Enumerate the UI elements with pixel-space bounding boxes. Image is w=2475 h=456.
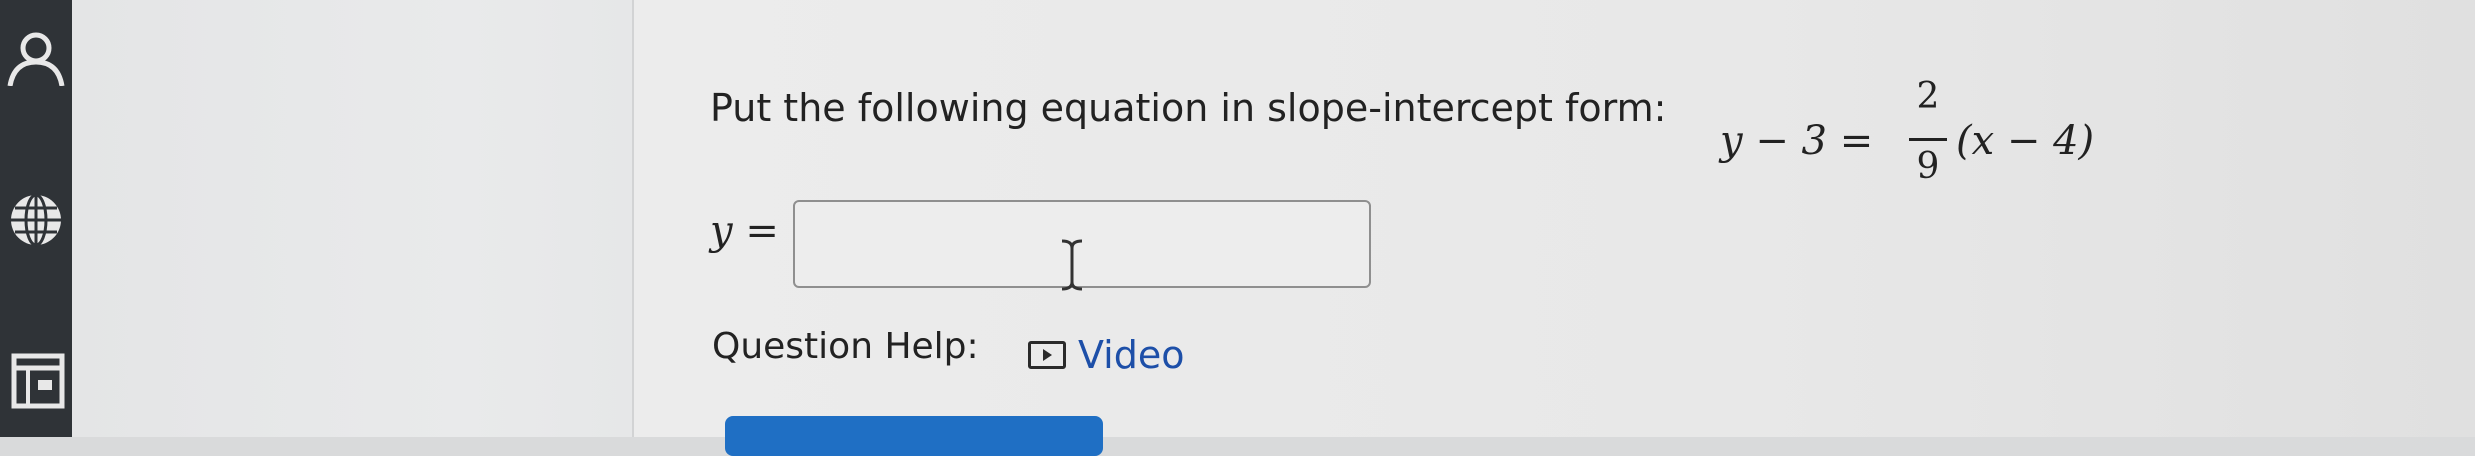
equation-lhs: y − 3 =: [1720, 118, 1874, 164]
left-panel: [72, 0, 634, 437]
play-icon: [1028, 341, 1066, 369]
notebook-icon[interactable]: [4, 348, 68, 412]
fraction-bar: [1909, 138, 1947, 141]
fraction-numerator: 2: [1916, 76, 1940, 117]
question-help-label: Question Help:: [712, 326, 979, 367]
equation-rhs: (x − 4): [1956, 118, 2095, 164]
fraction-denominator: 9: [1916, 146, 1940, 187]
answer-label: y =: [710, 208, 779, 254]
question-prompt: Put the following equation in slope-inte…: [710, 86, 1667, 130]
text-cursor-icon: [1058, 238, 1086, 296]
video-link-label: Video: [1078, 333, 1185, 377]
user-icon[interactable]: [4, 24, 68, 88]
sidebar: [0, 0, 72, 437]
video-help-button[interactable]: Video: [1028, 330, 1184, 380]
globe-icon[interactable]: [4, 188, 68, 252]
submit-button[interactable]: [725, 416, 1103, 456]
